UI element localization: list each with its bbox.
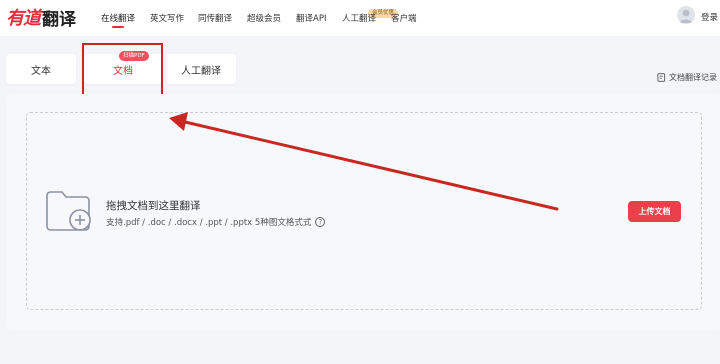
folder-add-icon xyxy=(46,191,91,231)
tab-text[interactable]: 文本 xyxy=(6,54,76,84)
nav-active-indicator xyxy=(112,26,124,28)
document-history-label: 文档翻译记录 xyxy=(669,73,717,82)
nav-item-super-member[interactable]: 超级会员 xyxy=(247,12,281,24)
top-bar: 有道 翻译 在线翻译 英文写作 同传翻译 超级会员 会员优惠 翻译API 人工翻… xyxy=(0,0,720,36)
supported-formats-text: 支持.pdf / .doc / .docx / .ppt / .pptx 5种图… xyxy=(106,218,312,228)
login-link[interactable]: 登录 xyxy=(701,11,718,23)
logo-product: 翻译 xyxy=(42,9,76,30)
logo-brand: 有道 xyxy=(6,8,41,29)
tab-human-translation[interactable]: 人工翻译 xyxy=(166,54,236,84)
supported-formats: 支持.pdf / .doc / .docx / .ppt / .pptx 5种图… xyxy=(106,216,326,228)
nav-item-simultaneous[interactable]: 同传翻译 xyxy=(198,12,232,24)
annotation-highlight-box xyxy=(82,43,163,101)
drop-zone-title: 拖拽文档到这里翻译 xyxy=(106,200,201,212)
upload-document-button[interactable]: 上传文档 xyxy=(628,201,681,222)
user-avatar-icon[interactable] xyxy=(677,6,695,24)
nav-item-api[interactable]: 翻译API xyxy=(296,12,326,24)
help-icon[interactable]: ? xyxy=(315,217,326,227)
logo[interactable]: 有道 翻译 xyxy=(6,4,76,30)
nav-item-english-writing[interactable]: 英文写作 xyxy=(150,12,184,24)
nav-item-online-translate[interactable]: 在线翻译 xyxy=(101,12,135,24)
nav-item-human-translate[interactable]: 人工翻译 xyxy=(342,12,376,24)
document-history-icon xyxy=(657,73,666,82)
nav-item-client[interactable]: 客户端 xyxy=(391,12,417,24)
document-history-link[interactable]: 文档翻译记录 xyxy=(657,72,717,83)
